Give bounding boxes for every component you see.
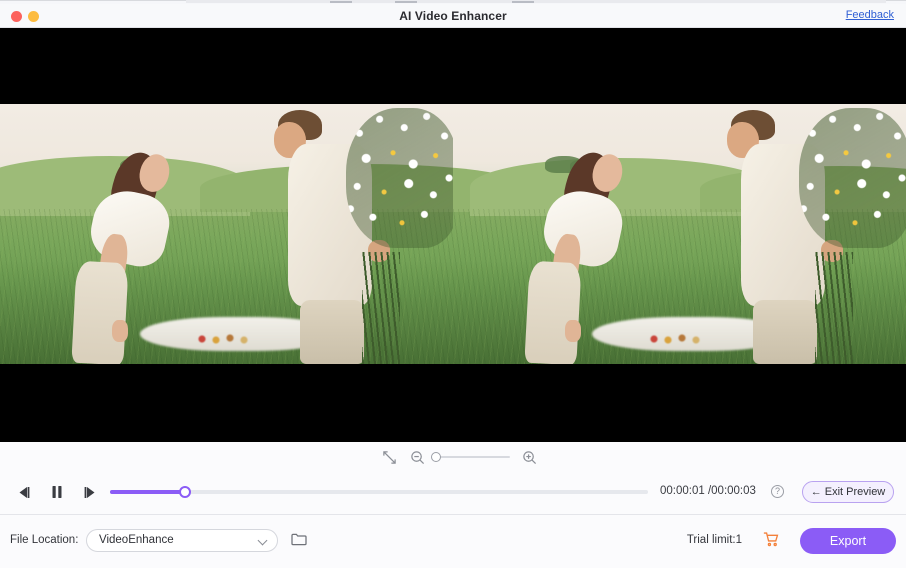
file-location-dropdown[interactable]: VideoEnhance [86,529,278,552]
exit-preview-button[interactable]: ← Exit Preview [802,481,894,503]
pause-icon[interactable] [47,483,67,501]
flower-stems [362,252,400,364]
playback-controls: 00:00:01 /00:00:03 ? [0,474,906,510]
zoom-in-icon[interactable] [520,448,538,466]
background-tick [330,1,352,3]
enhanced-video-pane[interactable] [453,104,906,364]
video-preview-stage[interactable] [0,28,906,442]
exit-preview-label: Exit Preview [824,486,886,498]
back-arrow-icon: ← [810,486,822,498]
time-display: 00:00:01 /00:00:03 [660,485,756,497]
daisy-bouquet [346,108,453,248]
folder-icon[interactable] [290,530,308,548]
playback-progress-fill [110,490,186,494]
daisy-bouquet [799,108,906,248]
video-panes [0,104,906,364]
bottom-bar: File Location: VideoEnhance Trial limit:… [0,514,906,568]
file-location-label: File Location: [10,534,79,546]
previous-frame-icon[interactable] [14,483,34,501]
picnic-items [648,334,704,344]
original-video-pane[interactable] [0,104,453,364]
shopping-cart-icon[interactable] [763,531,780,548]
zoom-slider[interactable] [431,452,510,462]
zoom-toolbar [0,444,906,470]
ai-video-enhancer-window: AI Video Enhancer Feedback 00:00:01 /00:… [0,0,906,568]
background-tick [512,1,534,3]
next-frame-icon[interactable] [80,483,100,501]
zoom-out-icon[interactable] [408,448,426,466]
picnic-items [196,334,252,344]
playback-progress-slider[interactable] [110,486,648,498]
file-location-value: VideoEnhance [99,534,174,546]
export-button[interactable]: Export [800,528,896,554]
background-tick [395,1,417,3]
playback-progress-handle[interactable] [179,486,192,498]
help-icon[interactable]: ? [771,485,784,498]
trial-limit-label: Trial limit:1 [686,534,742,546]
background-window-strip [186,0,886,3]
video-frame-image [0,104,453,364]
chevron-down-icon [257,535,268,546]
feedback-link[interactable]: Feedback [846,9,894,21]
title-bar: AI Video Enhancer Feedback [0,4,906,28]
video-frame-image [453,104,906,364]
fit-to-screen-icon[interactable] [380,448,398,466]
flower-stems [815,252,853,364]
window-title: AI Video Enhancer [399,9,507,23]
zoom-slider-handle[interactable] [431,452,441,462]
